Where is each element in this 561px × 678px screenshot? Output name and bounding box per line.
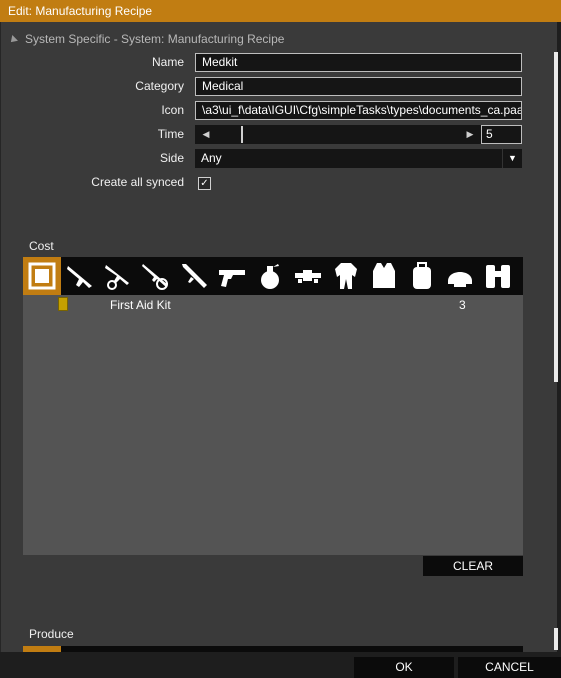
item-quantity[interactable]: 3 (459, 298, 466, 312)
section-title: System Specific - System: Manufacturing … (25, 32, 285, 46)
slider-right-arrow-icon[interactable]: ▶ (459, 125, 481, 144)
create-synced-checkbox[interactable]: ✓ (198, 177, 211, 190)
list-item[interactable]: First Aid Kit 3 (23, 297, 523, 313)
time-slider[interactable] (217, 125, 459, 144)
assault-rifle-icon[interactable] (61, 257, 99, 295)
sniper-rifle-icon[interactable] (137, 257, 175, 295)
checkmark-icon: ✓ (200, 178, 209, 189)
cancel-button[interactable]: CANCEL (458, 657, 561, 678)
name-label: Name (151, 55, 184, 69)
grenade-icon[interactable] (251, 257, 289, 295)
icon-label: Icon (161, 103, 184, 117)
cost-category-bar (23, 257, 523, 295)
section-header[interactable]: System Specific - System: Manufacturing … (8, 32, 285, 46)
binoculars-icon[interactable] (479, 257, 517, 295)
helmet-icon[interactable] (441, 257, 479, 295)
item-name: First Aid Kit (110, 298, 171, 312)
editor-panel: System Specific - System: Manufacturing … (0, 22, 557, 652)
create-synced-label: Create all synced (91, 175, 184, 189)
first-aid-kit-icon (58, 297, 68, 311)
side-label: Side (159, 151, 184, 165)
slider-thumb[interactable] (241, 126, 243, 143)
category-label: Category (135, 79, 184, 93)
slider-left-arrow-icon[interactable]: ◀ (195, 125, 217, 144)
uniform-icon[interactable] (327, 257, 365, 295)
backpack-icon[interactable] (403, 257, 441, 295)
pistol-icon[interactable] (213, 257, 251, 295)
vertical-scrollbar-lower[interactable] (554, 628, 558, 650)
cost-item-list[interactable]: First Aid Kit 3 (23, 295, 523, 555)
vest-icon[interactable] (365, 257, 403, 295)
icon-path-field[interactable]: \a3\ui_f\data\IGUI\Cfg\simpleTasks\types… (195, 101, 522, 120)
chevron-down-icon[interactable]: ▼ (502, 149, 522, 168)
cost-title: Cost (29, 239, 54, 253)
all-items-icon[interactable] (23, 257, 61, 295)
time-label: Time (157, 127, 184, 141)
produce-title: Produce (29, 627, 74, 641)
side-selected-value: Any (201, 151, 222, 165)
time-value-field[interactable]: 5 (481, 125, 522, 144)
grenade-launcher-rifle-icon[interactable] (99, 257, 137, 295)
dialog-footer: OK CANCEL (0, 652, 561, 678)
time-slider-row: ◀ ▶ 5 (195, 125, 522, 144)
category-field[interactable]: Medical (195, 77, 522, 96)
name-field[interactable]: Medkit (195, 53, 522, 72)
clear-button[interactable]: CLEAR (423, 556, 523, 576)
launcher-icon[interactable] (175, 257, 213, 295)
collapse-triangle-icon[interactable] (8, 35, 18, 45)
optic-icon[interactable] (289, 257, 327, 295)
vertical-scrollbar[interactable] (554, 52, 558, 382)
side-dropdown[interactable]: Any ▼ (195, 149, 522, 168)
window-title: Edit: Manufacturing Recipe (0, 0, 561, 22)
ok-button[interactable]: OK (354, 657, 454, 678)
